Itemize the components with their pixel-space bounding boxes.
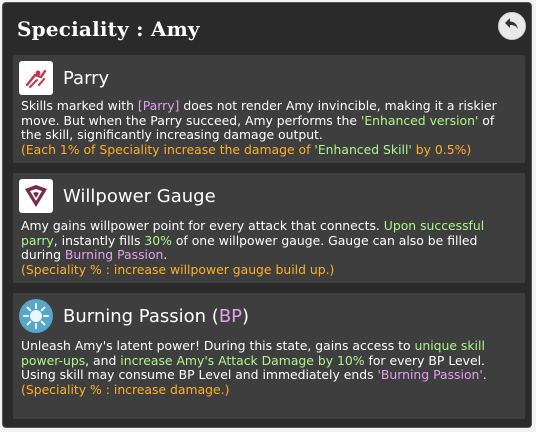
back-button[interactable] <box>498 12 526 40</box>
parry-description: Skills marked with [Parry] does not rend… <box>21 98 497 157</box>
willpower-gauge-icon <box>19 179 53 213</box>
burning-passion-icon <box>19 299 53 333</box>
burning-passion-description: Unleash Amy's latent power! During this … <box>21 338 487 397</box>
parry-note: (Each 1% of Speciality increase the dama… <box>21 141 472 157</box>
back-arrow-icon <box>503 15 521 37</box>
willpower-card: Willpower Gauge Amy gains willpower poin… <box>13 173 525 283</box>
willpower-description: Amy gains willpower point for every atta… <box>21 218 485 277</box>
willpower-note: (Speciality % : increase willpower gauge… <box>21 261 335 277</box>
parry-card: Parry Skills marked with [Parry] does no… <box>13 55 525 163</box>
burning-passion-card: Burning Passion (BP) Unleash Amy's laten… <box>13 293 525 419</box>
speciality-window: Speciality : Amy Parry Skills marked wit… <box>2 2 532 428</box>
willpower-title: Willpower Gauge <box>63 185 216 207</box>
burning-passion-note: (Speciality % : increase damage.) <box>21 381 230 397</box>
page-title: Speciality : Amy <box>17 17 200 41</box>
parry-icon <box>19 61 53 95</box>
burning-passion-title: Burning Passion (BP) <box>63 305 250 327</box>
parry-title: Parry <box>63 67 110 89</box>
